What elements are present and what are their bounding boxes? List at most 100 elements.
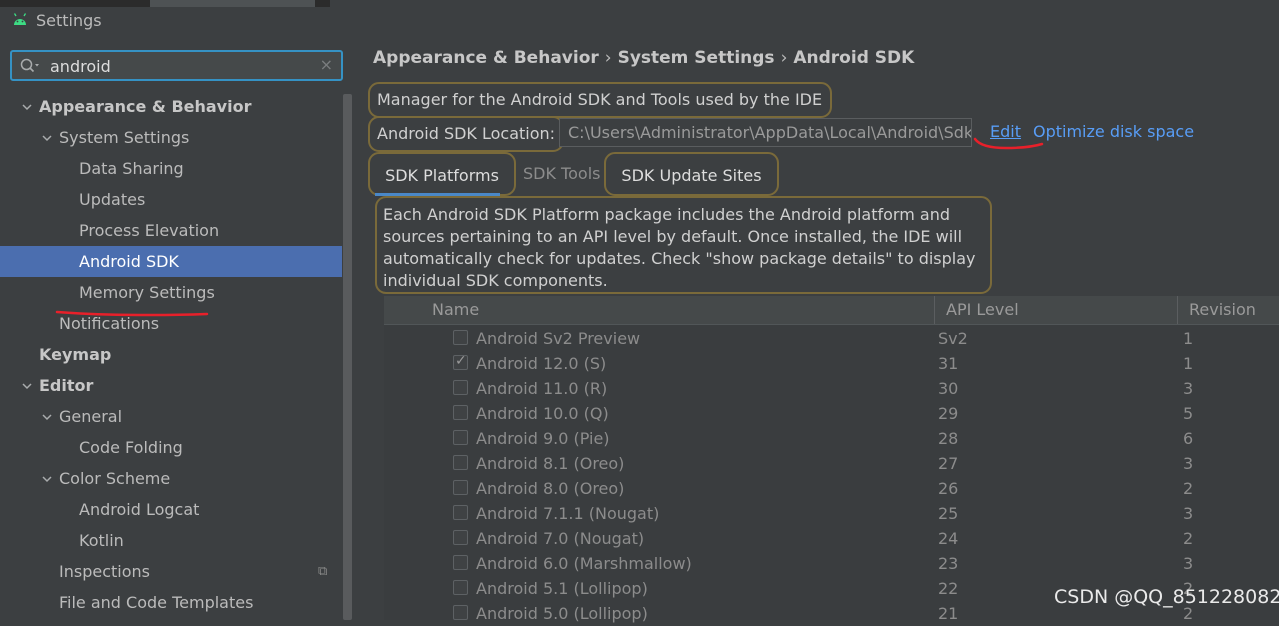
table-row[interactable]: Android 10.0 (Q) 29 5 xyxy=(384,401,1279,426)
chevron-down-icon[interactable] xyxy=(22,102,32,112)
sidebar-item[interactable]: Keymap xyxy=(0,339,342,370)
package-name: Android 8.1 (Oreo) xyxy=(476,454,625,473)
optimize-disk-space-link[interactable]: Optimize disk space xyxy=(1033,122,1194,141)
breadcrumb-separator-icon: › xyxy=(780,48,788,68)
column-header-api-level[interactable]: API Level xyxy=(946,296,1019,324)
api-level: Sv2 xyxy=(938,329,968,348)
api-level: 31 xyxy=(938,354,959,373)
breadcrumb-item[interactable]: System Settings xyxy=(618,48,775,68)
search-icon[interactable] xyxy=(20,58,40,74)
sdk-platforms-table: Name API Level Revision Android Sv2 Prev… xyxy=(384,296,1279,623)
api-level: 23 xyxy=(938,554,959,573)
package-name: Android 12.0 (S) xyxy=(476,354,607,373)
sidebar-item[interactable]: Color Scheme xyxy=(0,463,342,494)
sdk-platforms-info: Each Android SDK Platform package includ… xyxy=(375,196,992,294)
sdk-location-label: Android SDK Location: xyxy=(368,116,565,152)
chevron-down-icon[interactable] xyxy=(42,474,52,484)
sidebar-item[interactable]: Android SDK xyxy=(0,246,342,277)
sidebar-item[interactable]: Process Elevation xyxy=(0,215,342,246)
info-line: sources pertaining to an API level by de… xyxy=(383,227,963,246)
column-divider[interactable] xyxy=(1177,296,1178,324)
tab-sdk-update-sites[interactable]: SDK Update Sites xyxy=(604,152,779,196)
watermark: CSDN @QQ_851228082 xyxy=(1054,586,1279,608)
sidebar-item[interactable]: Android Logcat xyxy=(0,494,342,525)
android-icon xyxy=(13,13,27,25)
table-row[interactable]: Android 8.1 (Oreo) 27 3 xyxy=(384,451,1279,476)
table-row[interactable]: Android 7.0 (Nougat) 24 2 xyxy=(384,526,1279,551)
sidebar-item-label: General xyxy=(59,407,123,426)
sidebar-item[interactable]: File and Code Templates xyxy=(0,587,342,618)
settings-search-box[interactable]: × xyxy=(10,50,343,81)
revision: 3 xyxy=(1183,554,1194,573)
sidebar-item[interactable]: Updates xyxy=(0,184,342,215)
sidebar-scrollbar[interactable] xyxy=(343,94,352,620)
sidebar-item-label: Updates xyxy=(79,190,146,209)
api-level: 29 xyxy=(938,404,959,423)
tab-sdk-tools[interactable]: SDK Tools xyxy=(523,152,600,196)
sidebar-item[interactable]: Data Sharing xyxy=(0,153,342,184)
red-underline-annotation xyxy=(973,137,1044,150)
column-header-name[interactable]: Name xyxy=(432,296,479,324)
table-row[interactable]: Android 8.0 (Oreo) 26 2 xyxy=(384,476,1279,501)
sidebar-item[interactable]: System Settings xyxy=(0,122,342,153)
revision: 3 xyxy=(1183,454,1194,473)
package-checkbox[interactable] xyxy=(453,330,468,345)
title-bar: Settings xyxy=(0,0,1279,40)
package-checkbox[interactable] xyxy=(453,380,468,395)
sidebar-item-label: Appearance & Behavior xyxy=(39,97,252,116)
sidebar-item[interactable]: Kotlin xyxy=(0,525,342,556)
sidebar-item-label: Editor xyxy=(39,376,94,395)
sidebar-item-label: Memory Settings xyxy=(79,283,215,302)
breadcrumb: Appearance & Behavior › System Settings › An… xyxy=(373,48,914,68)
sidebar-item[interactable]: Memory Settings xyxy=(0,277,342,308)
sidebar-item[interactable]: Code Folding xyxy=(0,432,342,463)
chevron-down-icon[interactable] xyxy=(42,412,52,422)
package-checkbox[interactable] xyxy=(453,455,468,470)
chevron-down-icon[interactable] xyxy=(22,381,32,391)
package-checkbox[interactable] xyxy=(453,405,468,420)
package-name: Android 7.1.1 (Nougat) xyxy=(476,504,660,523)
package-checkbox[interactable] xyxy=(453,580,468,595)
package-checkbox[interactable] xyxy=(453,555,468,570)
sidebar-item[interactable]: General xyxy=(0,401,342,432)
table-row[interactable]: ✓ Android 12.0 (S) 31 1 xyxy=(384,351,1279,376)
window-title: Settings xyxy=(36,11,102,30)
sidebar-item[interactable]: Appearance & Behavior xyxy=(0,91,342,122)
chevron-down-icon[interactable] xyxy=(42,133,52,143)
package-name: Android 5.0 (Lollipop) xyxy=(476,604,648,623)
settings-sidebar: × Appearance & Behavior System Settings Da… xyxy=(0,40,354,620)
breadcrumb-item[interactable]: Appearance & Behavior xyxy=(373,48,599,68)
package-checkbox[interactable] xyxy=(453,480,468,495)
sidebar-item-label: Kotlin xyxy=(79,531,124,550)
package-checkbox[interactable] xyxy=(453,530,468,545)
column-header-revision[interactable]: Revision xyxy=(1189,296,1256,324)
table-row[interactable]: Android 6.0 (Marshmallow) 23 3 xyxy=(384,551,1279,576)
revision: 1 xyxy=(1183,354,1194,373)
clear-search-icon[interactable]: × xyxy=(320,55,333,74)
tab-sdk-platforms[interactable]: SDK Platforms xyxy=(368,152,516,196)
settings-content: Appearance & Behavior › System Settings › An… xyxy=(354,40,1279,623)
search-input[interactable] xyxy=(50,55,300,77)
sidebar-item[interactable]: Editor xyxy=(0,370,342,401)
package-checkbox[interactable] xyxy=(453,430,468,445)
table-row[interactable]: Android 11.0 (R) 30 3 xyxy=(384,376,1279,401)
table-row[interactable]: Android 7.1.1 (Nougat) 25 3 xyxy=(384,501,1279,526)
table-row[interactable]: Android Sv2 Preview Sv2 1 xyxy=(384,326,1279,351)
package-name: Android Sv2 Preview xyxy=(476,329,641,348)
sidebar-item-label: Code Folding xyxy=(79,438,183,457)
project-scope-icon: ⧉ xyxy=(318,564,328,579)
sdk-location-field[interactable]: C:\Users\Administrator\AppData\Local\And… xyxy=(559,118,972,147)
info-line: automatically check for updates. Check "… xyxy=(383,249,976,268)
red-underline-annotation xyxy=(55,310,209,317)
revision: 2 xyxy=(1183,529,1194,548)
package-checkbox[interactable] xyxy=(453,605,468,620)
package-name: Android 6.0 (Marshmallow) xyxy=(476,554,692,573)
package-checkbox[interactable] xyxy=(453,505,468,520)
sidebar-item[interactable]: Inspections ⧉ xyxy=(0,556,342,587)
editor-tab[interactable] xyxy=(150,0,315,7)
table-row[interactable]: Android 9.0 (Pie) 28 6 xyxy=(384,426,1279,451)
package-name: Android 9.0 (Pie) xyxy=(476,429,610,448)
column-divider[interactable] xyxy=(934,296,935,324)
api-level: 21 xyxy=(938,604,959,623)
revision: 2 xyxy=(1183,479,1194,498)
